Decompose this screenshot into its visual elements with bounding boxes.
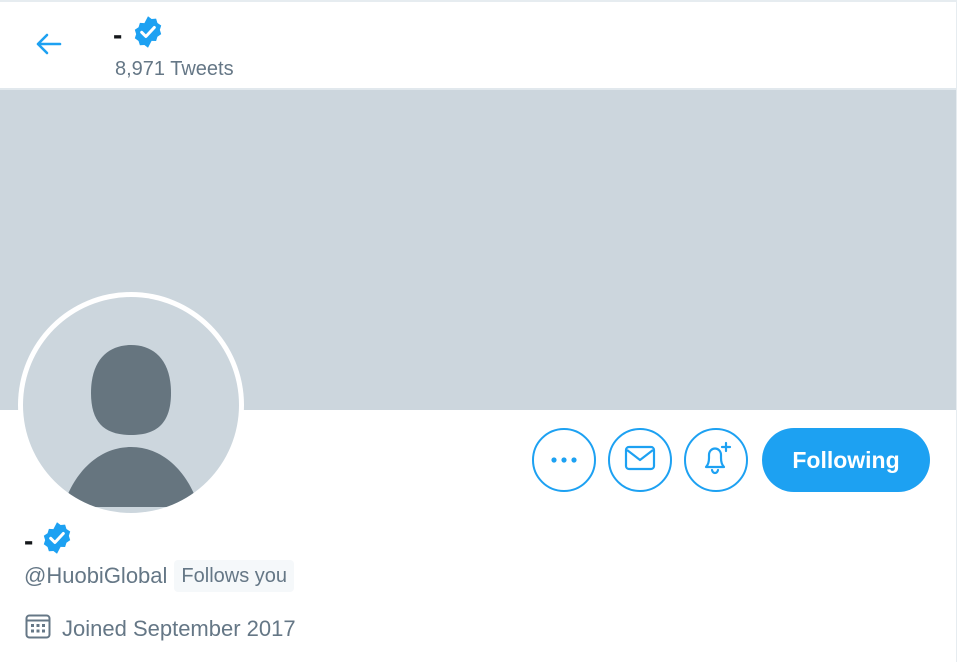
- handle-row: @HuobiGlobal Follows you: [24, 560, 295, 592]
- avatar[interactable]: [18, 292, 244, 518]
- back-button[interactable]: [28, 28, 68, 64]
- profile-handle: @HuobiGlobal: [24, 563, 168, 588]
- profile-header: - 8,971 Tweets: [0, 2, 956, 88]
- verified-badge-icon: [39, 520, 75, 561]
- joined-text: Joined September 2017: [62, 615, 296, 641]
- bell-plus-icon: [698, 440, 734, 481]
- more-dots-icon: [550, 451, 578, 469]
- more-button[interactable]: [532, 428, 596, 492]
- header-title: -: [113, 14, 166, 55]
- profile-page: - 8,971 Tweets Following - @HuobiGlobal …: [0, 0, 957, 662]
- notify-button[interactable]: [684, 428, 748, 492]
- verified-badge-icon: [130, 14, 166, 55]
- message-button[interactable]: [608, 428, 672, 492]
- default-avatar-icon: [23, 297, 239, 513]
- calendar-icon: [24, 612, 52, 645]
- profile-name-row: -: [24, 520, 75, 561]
- following-button[interactable]: Following: [762, 428, 930, 492]
- profile-display-name: -: [24, 524, 34, 556]
- header-display-name: -: [113, 18, 123, 50]
- envelope-icon: [624, 445, 656, 476]
- follows-you-badge: Follows you: [174, 560, 295, 592]
- joined-date: Joined September 2017: [24, 612, 296, 645]
- arrow-left-icon: [34, 32, 62, 61]
- tweet-count: 8,971 Tweets: [115, 58, 234, 80]
